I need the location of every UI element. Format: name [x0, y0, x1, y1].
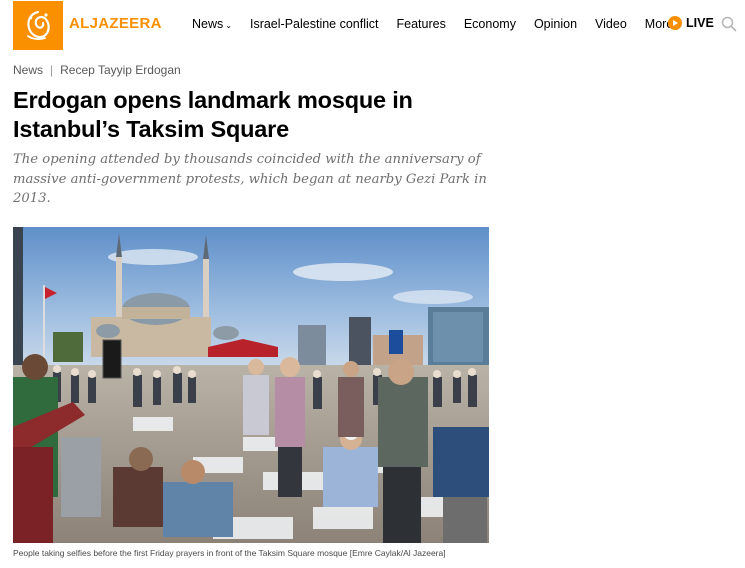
article-standfirst: The opening attended by thousands coinci…: [13, 152, 487, 206]
main-nav: News ⌄ Israel-Palestine conflict Feature…: [192, 17, 700, 31]
nav-item-news[interactable]: News ⌄: [192, 17, 232, 31]
nav-item-israel-palestine-conflict[interactable]: Israel-Palestine conflict: [250, 17, 379, 31]
image-caption: People taking selfies before the first F…: [13, 548, 446, 558]
nav-item-opinion[interactable]: Opinion: [534, 17, 577, 31]
live-button[interactable]: LIVE: [668, 16, 714, 30]
breadcrumb: News | Recep Tayyip Erdogan: [13, 63, 181, 77]
live-label: LIVE: [686, 16, 714, 30]
play-icon: [668, 16, 682, 30]
breadcrumb-separator: |: [50, 63, 54, 77]
aljazeera-logo-icon[interactable]: [13, 1, 63, 50]
nav-item-video[interactable]: Video: [595, 17, 627, 31]
chevron-down-icon: ⌄: [225, 21, 232, 30]
nav-item-label: Israel-Palestine conflict: [249, 17, 379, 31]
site-header: ALJAZEERA News ⌄ Israel-Palestine confli…: [0, 0, 745, 52]
article-hero-image: [13, 227, 489, 543]
nav-item-label: Video: [595, 17, 627, 31]
nav-item-label: Economy: [463, 17, 516, 31]
nav-item-label: News: [192, 17, 224, 31]
search-icon[interactable]: [721, 16, 737, 37]
nav-item-features[interactable]: Features: [397, 17, 446, 31]
logo-wordmark[interactable]: ALJAZEERA: [69, 15, 162, 32]
breadcrumb-link-topic[interactable]: Recep Tayyip Erdogan: [60, 63, 181, 77]
breadcrumb-link-news[interactable]: News: [13, 63, 43, 77]
nav-item-economy[interactable]: Economy: [464, 17, 516, 31]
article-headline: Erdogan opens landmark mosque in Istanbu…: [13, 87, 413, 142]
nav-item-label: Opinion: [533, 17, 578, 31]
nav-item-label: Features: [396, 17, 446, 31]
